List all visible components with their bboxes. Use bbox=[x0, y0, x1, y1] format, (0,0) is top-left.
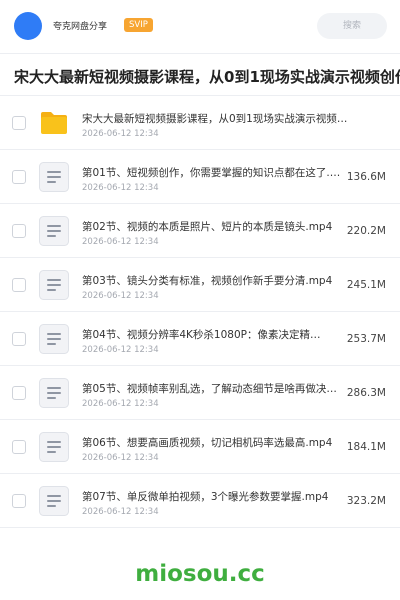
file-date: 2026-06-12 12:34 bbox=[82, 237, 159, 247]
file-name: 第06节、想要高画质视频，切记相机码率选最高.mp4 bbox=[82, 437, 333, 449]
row-checkbox[interactable] bbox=[12, 116, 26, 130]
row-checkbox[interactable] bbox=[12, 278, 26, 292]
watermark: miosou.cc bbox=[135, 561, 265, 587]
avatar[interactable] bbox=[14, 12, 42, 40]
top-bar: 夸克网盘分享 SVIP 搜索 bbox=[0, 0, 400, 54]
file-row[interactable]: 第05节、视频帧率别乱选，了解动态细节是啥再做决定… 2026-06-12 12:… bbox=[0, 366, 400, 420]
row-checkbox[interactable] bbox=[12, 440, 26, 454]
file-row[interactable]: 第01节、短视频创作，你需要掌握的知识点都在这了.… 2026-06-12 12:… bbox=[0, 150, 400, 204]
file-size: 220.2M bbox=[346, 225, 386, 237]
folder-title: 宋大大最新短视频摄影课程，从0到1现场实战演示视频创作 bbox=[14, 68, 400, 86]
file-name: 第03节、镜头分类有标准，视频创作新手要分清.mp4 bbox=[82, 275, 333, 287]
file-name: 第04节、视频分辨率4K秒杀1080P：像素决定精… bbox=[82, 329, 321, 341]
file-row[interactable]: 第02节、视频的本质是照片、短片的本质是镜头.mp4 2026-06-12 12:… bbox=[0, 204, 400, 258]
file-date: 2026-06-12 12:34 bbox=[82, 507, 159, 517]
file-name: 第05节、视频帧率别乱选，了解动态细节是啥再做决定… bbox=[82, 383, 344, 395]
folder-row[interactable]: 宋大大最新短视频摄影课程，从0到1现场实战演示视频… 2026-06-12 12:… bbox=[0, 96, 400, 150]
file-row[interactable]: 第03节、镜头分类有标准，视频创作新手要分清.mp4 2026-06-12 12:… bbox=[0, 258, 400, 312]
svip-badge: SVIP bbox=[124, 18, 153, 32]
file-size: 184.1M bbox=[346, 441, 386, 453]
file-name: 第01节、短视频创作，你需要掌握的知识点都在这了.… bbox=[82, 167, 341, 179]
file-date: 2026-06-12 12:34 bbox=[82, 129, 159, 139]
search-button[interactable]: 搜索 bbox=[317, 13, 387, 39]
file-video-icon bbox=[37, 268, 71, 302]
row-checkbox[interactable] bbox=[12, 386, 26, 400]
file-size: 245.1M bbox=[346, 279, 386, 291]
file-size: 323.2M bbox=[346, 495, 386, 507]
brand-name: 夸克网盘分享 bbox=[53, 22, 108, 32]
file-list: 宋大大最新短视频摄影课程，从0到1现场实战演示视频… 2026-06-12 12:… bbox=[0, 96, 400, 528]
file-name: 第07节、单反微单拍视频，3个曝光参数要掌握.mp4 bbox=[82, 491, 329, 503]
file-video-icon bbox=[37, 214, 71, 248]
folder-icon bbox=[37, 106, 71, 140]
file-date: 2026-06-12 12:34 bbox=[82, 453, 159, 463]
file-name: 宋大大最新短视频摄影课程，从0到1现场实战演示视频… bbox=[82, 113, 348, 125]
file-row[interactable]: 第07节、单反微单拍视频，3个曝光参数要掌握.mp4 2026-06-12 12:… bbox=[0, 474, 400, 528]
row-checkbox[interactable] bbox=[12, 170, 26, 184]
file-date: 2026-06-12 12:34 bbox=[82, 399, 159, 409]
file-row[interactable]: 第06节、想要高画质视频，切记相机码率选最高.mp4 2026-06-12 12:… bbox=[0, 420, 400, 474]
file-video-icon bbox=[37, 430, 71, 464]
file-video-icon bbox=[37, 160, 71, 194]
row-checkbox[interactable] bbox=[12, 332, 26, 346]
file-date: 2026-06-12 12:34 bbox=[82, 345, 159, 355]
file-name: 第02节、视频的本质是照片、短片的本质是镜头.mp4 bbox=[82, 221, 333, 233]
file-size: 253.7M bbox=[346, 333, 386, 345]
file-size: 136.6M bbox=[346, 171, 386, 183]
row-checkbox[interactable] bbox=[12, 494, 26, 508]
file-video-icon bbox=[37, 484, 71, 518]
file-date: 2026-06-12 12:34 bbox=[82, 183, 159, 193]
row-checkbox[interactable] bbox=[12, 224, 26, 238]
file-row[interactable]: 第04节、视频分辨率4K秒杀1080P：像素决定精… 2026-06-12 12:… bbox=[0, 312, 400, 366]
file-size: 286.3M bbox=[346, 387, 386, 399]
file-video-icon bbox=[37, 322, 71, 356]
file-video-icon bbox=[37, 376, 71, 410]
file-date: 2026-06-12 12:34 bbox=[82, 291, 159, 301]
